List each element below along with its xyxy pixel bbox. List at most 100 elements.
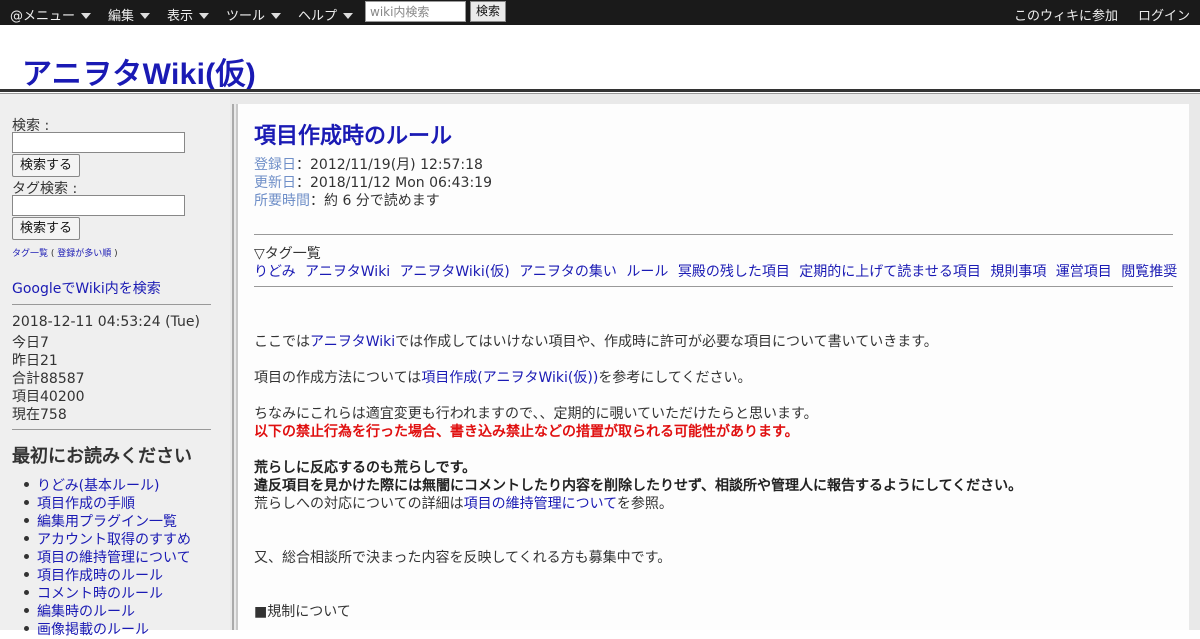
site-title[interactable]: アニヲタWiki(仮) (22, 49, 256, 93)
registered-value: ：2012/11/19(月) 12:57:18 (296, 157, 483, 173)
tag-link[interactable]: 冥殿の残した項目 (678, 264, 790, 280)
report-instruction: 違反項目を見かけた際には無闇にコメントしたり内容を削除したりせず、相談所や管理人… (254, 478, 1023, 494)
list-item: りどみ(基本ルール) (0, 475, 191, 494)
page-title[interactable]: 項目作成時のルール (254, 118, 452, 150)
list-item: アカウント取得のすすめ (0, 529, 191, 548)
counter-items: 項目40200 (12, 389, 85, 405)
counter-today: 今日7 (12, 335, 49, 351)
wiki-search-button[interactable]: 検索 (470, 1, 506, 22)
tags-divider-top (254, 234, 1173, 235)
tag-search-button[interactable]: 検索する (12, 217, 80, 240)
intro-paragraph: ここではアニヲタWikiでは作成してはいけない項目や、作成時に許可が必要な項目に… (254, 331, 938, 351)
howto-paragraph: 項目の作成方法については項目作成(アニヲタWiki(仮))を参考にしてください。 (254, 367, 751, 387)
menu-help-label: ヘルプ (298, 9, 338, 24)
registered-label: 登録日 (254, 157, 296, 173)
readme-link[interactable]: アカウント取得のすすめ (37, 532, 191, 548)
updated-label: 更新日 (254, 175, 296, 191)
tag-search-input[interactable] (12, 195, 185, 216)
readme-link[interactable]: 画像掲載のルール (37, 622, 149, 638)
howto-text: を参考にしてください。 (598, 370, 752, 386)
list-item: 編集時のルール (0, 601, 191, 620)
readme-link[interactable]: りどみ(基本ルール) (37, 478, 160, 494)
troll-details-paragraph: 荒らしへの対応についての詳細は項目の維持管理についてを参照。 (254, 493, 673, 513)
header-divider (0, 89, 1200, 92)
readme-link[interactable]: 編集用プラグイン一覧 (37, 514, 177, 530)
tag-list-sort-link[interactable]: 登録が多い順 (57, 249, 111, 259)
caret-down-icon (343, 13, 354, 19)
troll-warning: 荒らしに反応するのも荒らしです。 (254, 460, 477, 476)
regulation-heading: ■規制について (254, 604, 351, 620)
howto-text: 項目の作成方法については (254, 370, 422, 386)
maintenance-link[interactable]: 項目の維持管理について (464, 496, 617, 512)
tag-link[interactable]: りどみ (254, 264, 296, 280)
readme-link[interactable]: 項目作成時のルール (37, 568, 163, 584)
menu-view-label: 表示 (167, 9, 194, 24)
readme-link[interactable]: コメント時のルール (37, 586, 163, 602)
registered-date: 登録日：2012/11/19(月) 12:57:18 (254, 154, 483, 174)
tags-divider-bottom (254, 286, 1173, 287)
sidebar-search-button[interactable]: 検索する (12, 154, 80, 177)
menu-main-label: @メニュー (10, 9, 76, 24)
menu-tools[interactable]: ツール (226, 5, 282, 24)
item-creation-link[interactable]: 項目作成(アニヲタWiki(仮)) (421, 370, 598, 386)
menu-tools-label: ツール (226, 9, 266, 24)
sidebar-divider (12, 429, 211, 430)
menu-view[interactable]: 表示 (167, 5, 210, 24)
tags-list: りどみ アニヲタWiki アニヲタWiki(仮) アニヲタの集い ルール 冥殿の… (254, 261, 1182, 281)
notice-paragraph: ちなみにこれらは適宜変更も行われますので、、定期的に覗いていただけたらと思います… (254, 406, 818, 422)
menu-main[interactable]: @メニュー (10, 5, 92, 24)
login-link[interactable]: ログイン (1138, 5, 1190, 24)
tag-list-links: タグ一覧 ( 登録が多い順 ) (12, 249, 118, 259)
list-item: 画像掲載のルール (0, 619, 191, 638)
details-text: 荒らしへの対応についての詳細は (254, 496, 464, 512)
tag-list-link[interactable]: タグ一覧 (12, 249, 48, 259)
menu-help[interactable]: ヘルプ (298, 5, 354, 24)
tag-link[interactable]: 定期的に上げて読ませる項目 (799, 264, 981, 280)
readme-link[interactable]: 編集時のルール (37, 604, 135, 620)
readme-link[interactable]: 項目の維持管理について (37, 550, 191, 566)
read-time-label: 所要時間 (254, 193, 310, 209)
readme-heading: 最初にお読みください (12, 446, 192, 467)
intro-text: では作成してはいけない項目や、作成時に許可が必要な項目について書いていきます。 (395, 334, 938, 350)
tag-link[interactable]: アニヲタWiki (305, 264, 390, 280)
sidebar-divider (12, 304, 211, 305)
sidebar-search-input[interactable] (12, 132, 185, 153)
wiki-search-input[interactable] (365, 1, 466, 22)
list-item: 項目作成時のルール (0, 565, 191, 584)
left-sidebar: 検索 : 検索する タグ検索 : 検索する タグ一覧 ( 登録が多い順 ) Go… (0, 94, 230, 638)
tag-link[interactable]: アニヲタの集い (519, 264, 617, 280)
join-wiki-link[interactable]: このウィキに参加 (1014, 5, 1118, 24)
menu-edit-label: 編集 (108, 9, 135, 24)
warning-text: 以下の禁止行為を行った場合、書き込み禁止などの措置が取られる可能性があります。 (254, 424, 799, 440)
updated-date: 更新日：2018/11/12 Mon 06:43:19 (254, 172, 492, 192)
google-search-link[interactable]: GoogleでWiki内を検索 (12, 278, 161, 298)
caret-down-icon (199, 13, 210, 19)
wiki-link[interactable]: アニヲタWiki (310, 334, 395, 350)
counter-datetime: 2018-12-11 04:53:24 (Tue) (12, 314, 200, 330)
main-content: 項目作成時のルール 登録日：2012/11/19(月) 12:57:18 更新日… (238, 104, 1189, 630)
recruit-paragraph: 又、総合相談所で決まった内容を反映してくれる方も募集中です。 (254, 550, 672, 566)
tag-link[interactable]: アニヲタWiki(仮) (400, 264, 510, 280)
readme-list: りどみ(基本ルール) 項目作成の手順 編集用プラグイン一覧 アカウント取得のすす… (0, 475, 191, 638)
top-menu-bar: @メニュー 編集 表示 ツール ヘルプ 検索 このウィキに参加 ログイン (0, 0, 1200, 25)
tag-link[interactable]: 規則事項 (990, 264, 1046, 280)
counter-online: 現在758 (12, 407, 67, 423)
readme-link[interactable]: 項目作成の手順 (37, 496, 135, 512)
details-text: を参照。 (616, 496, 673, 512)
caret-down-icon (140, 13, 151, 19)
counter-yesterday: 昨日21 (12, 353, 58, 369)
caret-down-icon (81, 13, 92, 19)
updated-value: ：2018/11/12 Mon 06:43:19 (296, 175, 492, 191)
tag-link[interactable]: ルール (626, 264, 668, 280)
menu-edit[interactable]: 編集 (108, 5, 151, 24)
list-item: 編集用プラグイン一覧 (0, 511, 191, 530)
site-header: アニヲタWiki(仮) (0, 25, 1200, 92)
tag-link[interactable]: 運営項目 (1056, 264, 1112, 280)
caret-down-icon (271, 13, 282, 19)
intro-text: ここでは (254, 334, 310, 350)
tag-link[interactable]: 閲覧推奨 (1121, 264, 1177, 280)
list-item: コメント時のルール (0, 583, 191, 602)
tags-title[interactable]: ▽タグ一覧 (254, 243, 321, 263)
counter-total: 合計88587 (12, 371, 85, 387)
list-item: 項目作成の手順 (0, 493, 191, 512)
